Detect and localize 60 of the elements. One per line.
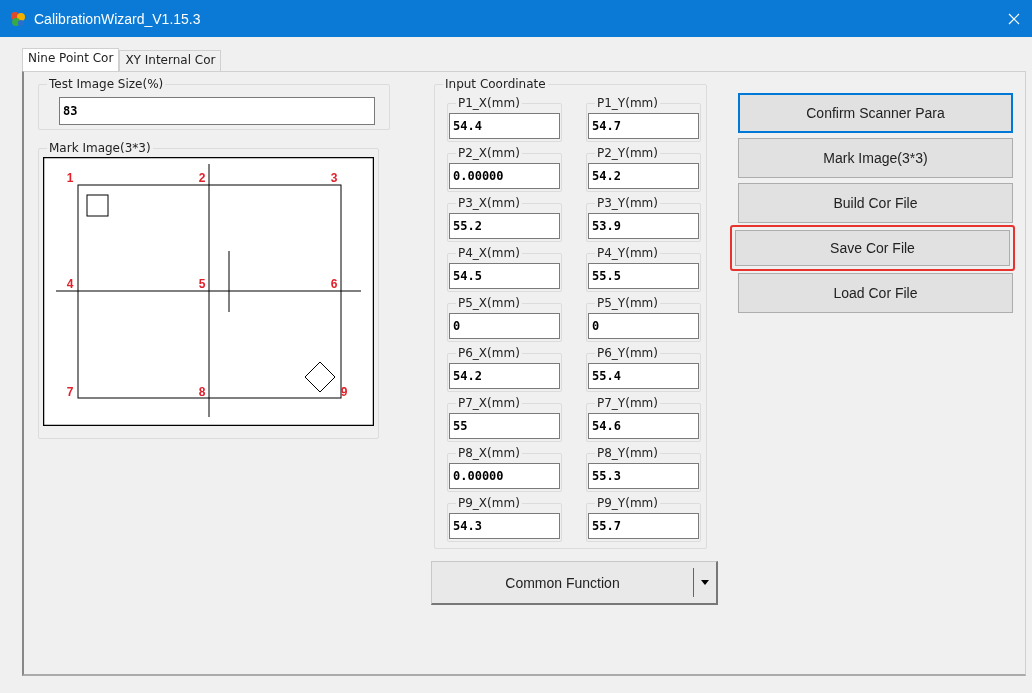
input-field[interactable]: 54.2 bbox=[449, 363, 560, 389]
point-number: 5 bbox=[198, 277, 206, 291]
input-field[interactable]: 54.7 bbox=[588, 113, 699, 139]
group-label: P3_X(mm) bbox=[456, 196, 522, 210]
tab[interactable]: XY Internal Cor bbox=[119, 50, 222, 71]
group-label: P8_X(mm) bbox=[456, 446, 522, 460]
group-label: P4_Y(mm) bbox=[595, 246, 660, 260]
point-number: 7 bbox=[66, 385, 74, 399]
group-label: P6_Y(mm) bbox=[595, 346, 660, 360]
wizard-button[interactable]: Mark Image(3*3) bbox=[738, 138, 1013, 178]
group-label: P2_Y(mm) bbox=[595, 146, 660, 160]
group-label: Test Image Size(%) bbox=[47, 77, 166, 91]
wizard-button[interactable]: Save Cor File bbox=[730, 225, 1015, 271]
group-label: P1_Y(mm) bbox=[595, 96, 660, 110]
input-field[interactable]: 55.5 bbox=[588, 263, 699, 289]
input-field[interactable]: 83 bbox=[59, 97, 375, 125]
group-label: P5_Y(mm) bbox=[595, 296, 660, 310]
group-label: P4_X(mm) bbox=[456, 246, 522, 260]
point-number: 4 bbox=[66, 277, 74, 291]
group-label: P9_Y(mm) bbox=[595, 496, 660, 510]
group-label: P6_X(mm) bbox=[456, 346, 522, 360]
point-number: 2 bbox=[198, 171, 206, 185]
input-field[interactable]: 55 bbox=[449, 413, 560, 439]
wizard-button[interactable]: Build Cor File bbox=[738, 183, 1013, 223]
group-label: P5_X(mm) bbox=[456, 296, 522, 310]
group-label: Mark Image(3*3) bbox=[47, 141, 153, 155]
input-field[interactable]: 54.3 bbox=[449, 513, 560, 539]
input-field[interactable]: 55.4 bbox=[588, 363, 699, 389]
split-button[interactable]: Common Function bbox=[431, 561, 718, 605]
point-number: 3 bbox=[330, 171, 338, 185]
input-field[interactable]: 0.00000 bbox=[449, 163, 560, 189]
group-label: P8_Y(mm) bbox=[595, 446, 660, 460]
input-field[interactable]: 55.7 bbox=[588, 513, 699, 539]
input-field[interactable]: 54.2 bbox=[588, 163, 699, 189]
group-label: P1_X(mm) bbox=[456, 96, 522, 110]
input-field[interactable]: 0.00000 bbox=[449, 463, 560, 489]
input-field[interactable]: 54.6 bbox=[588, 413, 699, 439]
input-field[interactable]: 0 bbox=[449, 313, 560, 339]
point-number: 1 bbox=[66, 171, 74, 185]
input-field[interactable]: 0 bbox=[588, 313, 699, 339]
input-field[interactable]: 54.4 bbox=[449, 113, 560, 139]
app-icon bbox=[10, 10, 26, 27]
input-field[interactable]: 55.2 bbox=[449, 213, 560, 239]
close-icon[interactable] bbox=[1008, 12, 1020, 25]
point-number: 6 bbox=[330, 277, 338, 291]
input-field[interactable]: 55.3 bbox=[588, 463, 699, 489]
point-number: 8 bbox=[198, 385, 206, 399]
group-label: P7_Y(mm) bbox=[595, 396, 660, 410]
wizard-button[interactable]: Load Cor File bbox=[738, 273, 1013, 313]
group-label: P2_X(mm) bbox=[456, 146, 522, 160]
window-title: CalibrationWizard_V1.15.3 bbox=[34, 10, 202, 27]
input-field[interactable]: 54.5 bbox=[449, 263, 560, 289]
group-label: P9_X(mm) bbox=[456, 496, 522, 510]
input-field[interactable]: 53.9 bbox=[588, 213, 699, 239]
group-label: P3_Y(mm) bbox=[595, 196, 660, 210]
tab[interactable]: Nine Point Cor bbox=[22, 48, 120, 71]
dropdown-icon[interactable] bbox=[701, 580, 709, 585]
wizard-button[interactable]: Confirm Scanner Para bbox=[738, 93, 1013, 133]
group-label: Input Coordinate bbox=[443, 77, 548, 91]
group-label: P7_X(mm) bbox=[456, 396, 522, 410]
